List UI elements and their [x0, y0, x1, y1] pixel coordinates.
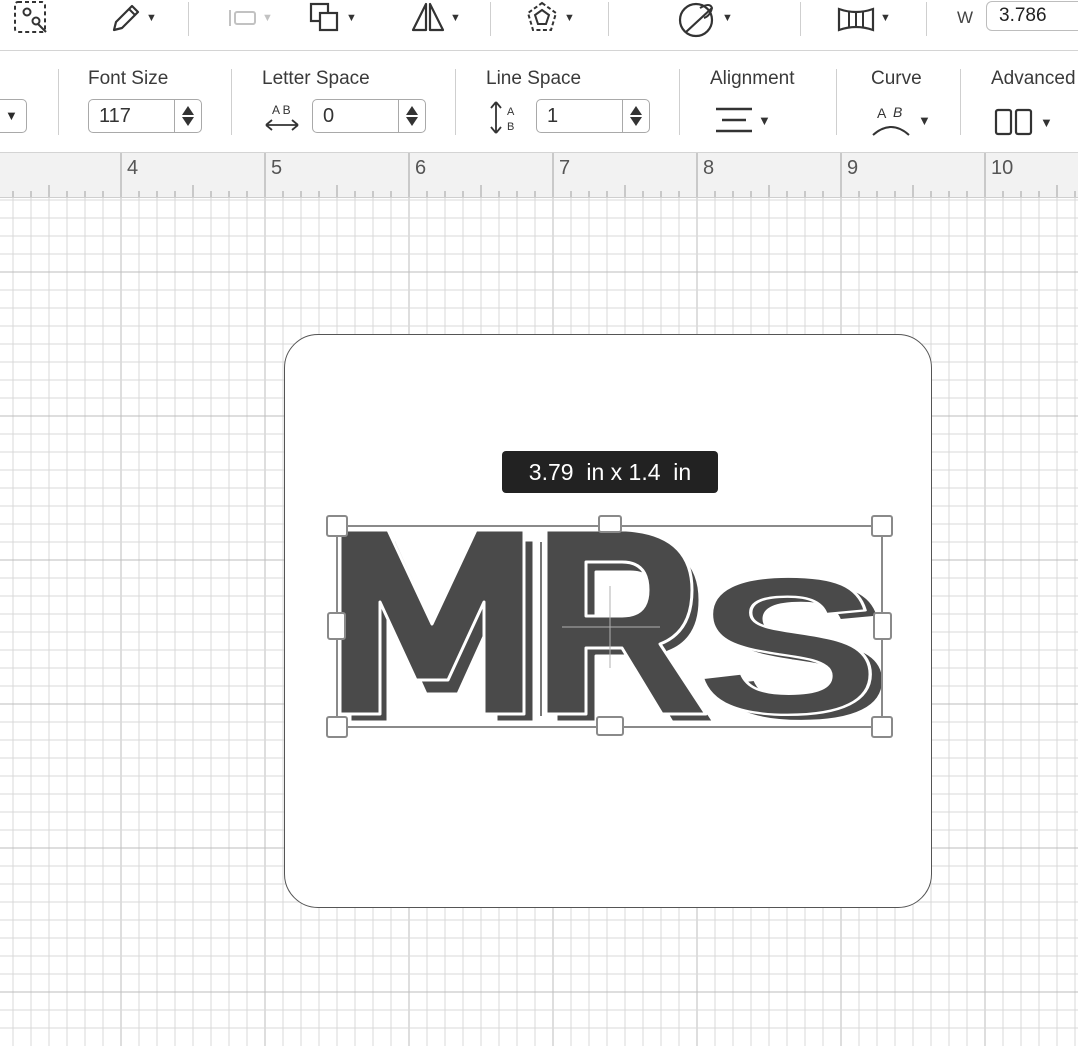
chevron-down-icon: ▼ — [1040, 114, 1053, 130]
chevron-down-icon: ▼ — [722, 12, 733, 24]
toolbar-divider — [188, 2, 189, 36]
ruler-number: 6 — [415, 157, 427, 179]
arrow-up-icon — [630, 106, 642, 115]
chevron-down-icon: ▼ — [450, 12, 461, 24]
chevron-down-icon: ▼ — [262, 12, 273, 24]
curve-label: Curve — [871, 68, 922, 89]
warp-button[interactable]: ▼ — [836, 0, 891, 36]
svg-text:B: B — [507, 121, 514, 133]
ruler-number: 7 — [559, 157, 571, 179]
line-space-input[interactable] — [537, 100, 623, 132]
svg-text:B: B — [893, 104, 902, 120]
ruler-number: 5 — [271, 157, 283, 179]
letter-space-icon: A B — [265, 103, 299, 131]
resize-handle-bottom[interactable] — [596, 716, 624, 736]
top-toolbar: ▼ ▼ ▼ ▼ ▼ ▼ ▼ W 3.786 — [0, 0, 1078, 51]
arrow-down-icon — [630, 117, 642, 126]
arrange-button[interactable]: ▼ — [308, 0, 357, 36]
toolbar-divider — [608, 2, 609, 36]
resize-handle-bottom-left[interactable] — [326, 716, 348, 738]
ruler-number: 9 — [847, 157, 859, 179]
mrs-text-object[interactable]: S S — [0, 198, 1078, 1046]
svg-text:S: S — [694, 538, 881, 755]
edit-button[interactable]: ▼ — [108, 0, 157, 36]
offset-button[interactable]: ▼ — [226, 0, 273, 36]
chevron-down-icon: ▼ — [880, 12, 891, 24]
flip-icon — [411, 2, 445, 32]
offset-icon — [229, 10, 256, 26]
font-style-dropdown[interactable]: ▼ — [0, 99, 27, 133]
width-input[interactable] — [986, 1, 1078, 31]
toolbar-divider — [926, 2, 927, 36]
alignment-dropdown[interactable]: ▼ — [714, 105, 771, 135]
svg-text:A: A — [507, 106, 515, 118]
letter-space-arrows[interactable] — [398, 100, 425, 132]
advanced-label: Advanced — [991, 68, 1076, 89]
letter-space-input[interactable] — [313, 100, 399, 132]
font-size-input[interactable] — [89, 100, 175, 132]
resize-handle-bottom-right[interactable] — [871, 716, 893, 738]
line-space-label: Line Space — [486, 68, 582, 89]
resize-handle-top-right[interactable] — [871, 515, 893, 537]
select-all-icon — [14, 1, 47, 33]
width-label: W — [957, 8, 974, 27]
design-canvas[interactable]: 3.79 in x 1.4 in S S — [0, 198, 1078, 1046]
chevron-down-icon: ▼ — [564, 12, 575, 24]
edit-icon — [112, 4, 140, 32]
alignment-label: Alignment — [710, 68, 795, 89]
letter-space-stepper[interactable] — [312, 99, 426, 133]
resize-handle-right[interactable] — [873, 612, 892, 640]
resize-handle-left[interactable] — [327, 612, 346, 640]
chevron-down-icon: ▼ — [918, 112, 931, 128]
resize-handle-top-left[interactable] — [326, 515, 348, 537]
toolbar-divider — [455, 69, 456, 135]
font-size-arrows[interactable] — [174, 100, 201, 132]
letter-space-label: Letter Space — [262, 68, 370, 89]
curve-icon: A B — [872, 104, 910, 136]
svg-text:A B: A B — [272, 103, 291, 117]
arrow-up-icon — [406, 106, 418, 115]
toolbar-divider — [58, 69, 59, 135]
toolbar-divider — [679, 69, 680, 135]
chevron-down-icon: ▼ — [346, 12, 357, 24]
advanced-dropdown[interactable]: ▼ — [994, 107, 1053, 137]
ruler-number: 10 — [991, 157, 1014, 179]
svg-text:A: A — [877, 105, 887, 121]
advanced-icon — [994, 108, 1033, 136]
font-size-label: Font Size — [88, 68, 169, 89]
horizontal-ruler: 4 5 6 7 8 9 10 — [0, 153, 1078, 198]
toolbar-divider — [960, 69, 961, 135]
curve-dropdown[interactable]: A B ▼ — [870, 103, 931, 137]
shape-icon — [526, 1, 558, 31]
chevron-down-icon: ▼ — [146, 12, 157, 24]
arrow-up-icon — [182, 106, 194, 115]
resize-handle-top[interactable] — [598, 515, 622, 533]
toolbar-divider — [836, 69, 837, 135]
font-size-stepper[interactable] — [88, 99, 202, 133]
arrow-down-icon — [406, 117, 418, 126]
slice-icon — [678, 2, 714, 38]
ruler-number: 8 — [703, 157, 715, 179]
arrange-icon — [309, 2, 339, 32]
align-center-icon — [716, 107, 752, 133]
toolbar-divider — [800, 2, 801, 36]
chevron-down-icon: ▼ — [5, 108, 18, 123]
toolbar-divider — [490, 2, 491, 36]
text-toolbar: ▼ Font Size Letter Space A B Line Space … — [0, 51, 1078, 153]
line-space-stepper[interactable] — [536, 99, 650, 133]
slice-button[interactable]: ▼ — [676, 0, 733, 38]
ruler-number: 4 — [127, 157, 139, 179]
shape-button[interactable]: ▼ — [524, 0, 575, 36]
toolbar-divider — [231, 69, 232, 135]
line-space-icon: A B — [490, 101, 515, 134]
warp-icon — [837, 7, 875, 32]
flip-button[interactable]: ▼ — [410, 0, 461, 36]
arrow-down-icon — [182, 117, 194, 126]
ruler-ticks — [12, 153, 1076, 197]
chevron-down-icon: ▼ — [758, 112, 771, 128]
line-space-arrows[interactable] — [622, 100, 649, 132]
select-all-button[interactable] — [12, 0, 52, 36]
